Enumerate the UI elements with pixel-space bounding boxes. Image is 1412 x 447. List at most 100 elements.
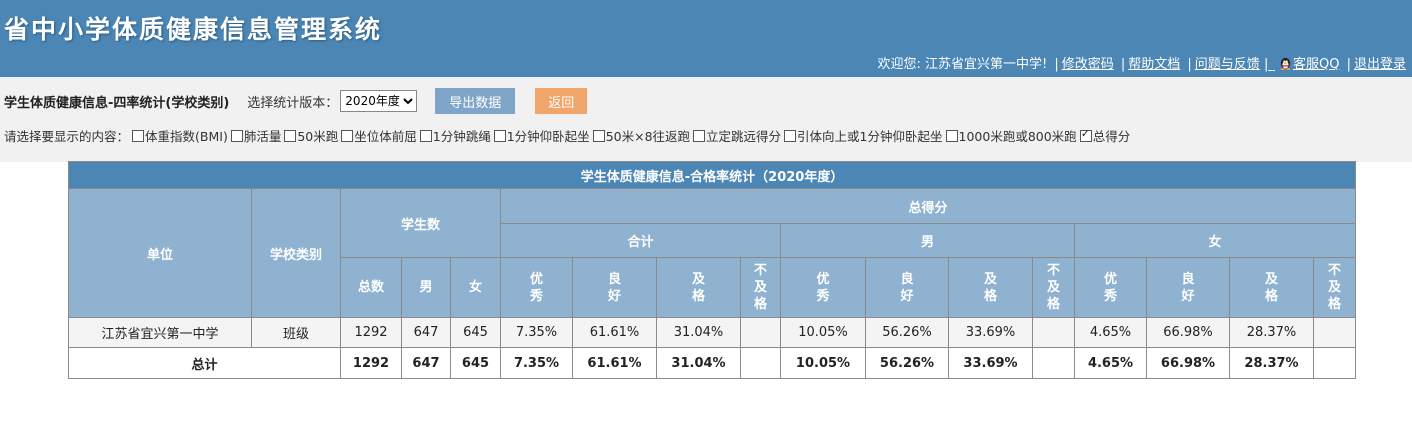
cell-female: 645 xyxy=(450,317,501,348)
option-checkbox[interactable] xyxy=(784,130,797,142)
cell-rate: 56.26% xyxy=(865,317,949,348)
cell-total: 1292 xyxy=(340,317,402,348)
option-checkbox[interactable] xyxy=(1079,127,1092,142)
change-password-link[interactable]: 修改密码 xyxy=(1062,57,1114,72)
header-total-count: 总数 xyxy=(340,257,402,318)
cell-rate: 56.26% xyxy=(865,347,949,379)
pass-rate-table: 学生体质健康信息-合格率统计（2020年度） 单位 学校类别 学生数 总得分 合… xyxy=(67,161,1357,379)
cell-rate: 31.04% xyxy=(656,317,741,348)
header-male-excellent: 优秀 xyxy=(780,257,866,318)
version-select[interactable]: 2020年度 xyxy=(340,90,418,112)
cell-rate: 31.04% xyxy=(656,347,741,379)
cell-rate xyxy=(1032,347,1075,379)
option-label: 1000米跑或800米跑 xyxy=(958,129,1077,144)
cell-school-type: 班级 xyxy=(251,317,341,348)
option-checkbox[interactable] xyxy=(592,130,605,142)
total-row: 总计 1292 647 645 7.35% 61.61% 31.04% 10.05% 56.26… xyxy=(68,347,1357,379)
table-caption: 学生体质健康信息-合格率统计（2020年度） xyxy=(67,161,1357,189)
welcome-text: 欢迎您: 江苏省宜兴第一中学! xyxy=(877,57,1048,72)
cell-rate: 28.37% xyxy=(1229,317,1314,348)
header-female-pass: 及格 xyxy=(1229,257,1314,318)
cell-rate xyxy=(1032,317,1075,348)
link-separator: | xyxy=(1187,57,1192,72)
header-all-good: 良好 xyxy=(572,257,657,318)
cell-rate: 66.98% xyxy=(1146,317,1230,348)
header-students: 学生数 xyxy=(340,188,501,258)
table-row: 江苏省宜兴第一中学 班级 1292 647 645 7.35% 61.61% 31.04% 10… xyxy=(68,317,1357,348)
header-female-count: 女 xyxy=(450,257,501,318)
option-checkbox[interactable] xyxy=(284,130,297,142)
cell-rate: 61.61% xyxy=(572,347,657,379)
cell-rate: 61.61% xyxy=(572,317,657,348)
back-button[interactable]: 返回 xyxy=(535,88,588,114)
page-title: 学生体质健康信息-四率统计(学校类别) xyxy=(4,95,230,111)
option-checkbox[interactable] xyxy=(419,130,432,142)
cell-total: 1292 xyxy=(340,347,402,379)
option-checkbox[interactable] xyxy=(132,130,145,142)
cell-rate: 7.35% xyxy=(500,347,573,379)
option-checkbox[interactable] xyxy=(230,130,243,142)
option-checkbox[interactable] xyxy=(693,130,706,142)
cell-rate: 33.69% xyxy=(948,347,1033,379)
help-docs-link[interactable]: 帮助文档 xyxy=(1128,57,1180,72)
header-female-excellent: 优秀 xyxy=(1074,257,1147,318)
header-group-all: 合计 xyxy=(500,223,781,258)
option-checkbox[interactable] xyxy=(493,130,506,142)
header-male-pass: 及格 xyxy=(948,257,1033,318)
header-all-fail: 不及格 xyxy=(740,257,781,318)
header-bar: 省中小学体质健康信息管理系统 欢迎您: 江苏省宜兴第一中学! | 修改密码 | 帮助… xyxy=(0,0,1412,77)
feedback-link[interactable]: 问题与反馈 xyxy=(1195,57,1260,72)
display-options: 请选择要显示的内容： 体重指数(BMI) 肺活量 50米跑 坐位体前屈 1分钟跳绳 1分钟仰… xyxy=(4,126,1130,145)
header-all-excellent: 优秀 xyxy=(500,257,573,318)
header-female-good: 良好 xyxy=(1146,257,1230,318)
option-label: 肺活量 xyxy=(243,129,282,144)
cell-rate: 28.37% xyxy=(1229,347,1314,379)
link-separator: _ xyxy=(1268,57,1275,72)
cell-rate xyxy=(740,347,781,379)
cell-rate: 4.65% xyxy=(1074,347,1147,379)
link-separator: | xyxy=(1346,57,1351,72)
option-label: 总得分 xyxy=(1092,129,1131,144)
header-unit: 单位 xyxy=(68,188,252,318)
export-data-button[interactable]: 导出数据 xyxy=(435,88,516,114)
link-separator: | xyxy=(1120,57,1126,72)
cell-total-label: 总计 xyxy=(68,347,341,379)
qq-link-label: 客服QQ xyxy=(1292,57,1340,72)
header-total-score: 总得分 xyxy=(499,188,1357,224)
options-prompt: 请选择要显示的内容： xyxy=(4,129,130,144)
header-male-good: 良好 xyxy=(865,257,949,318)
cell-rate: 10.05% xyxy=(780,317,866,348)
option-checkbox[interactable] xyxy=(341,130,354,142)
cell-rate: 33.69% xyxy=(948,317,1033,348)
option-checkbox[interactable] xyxy=(945,130,958,142)
option-label: 50米×8往返跑 xyxy=(605,129,691,144)
cell-male: 647 xyxy=(401,347,451,379)
cell-male: 647 xyxy=(401,317,451,348)
header-group-female: 女 xyxy=(1073,223,1357,258)
option-label: 1分钟跳绳 xyxy=(432,129,491,144)
toolbar-row: 学生体质健康信息-四率统计(学校类别) 选择统计版本： 2020年度 导出数据 … xyxy=(4,88,588,114)
cell-rate xyxy=(1312,317,1357,348)
cell-rate xyxy=(1312,347,1357,379)
cell-rate: 66.98% xyxy=(1146,347,1230,379)
header-all-pass: 及格 xyxy=(656,257,741,318)
option-label: 1分钟仰卧起坐 xyxy=(506,129,590,144)
header-school-type: 学校类别 xyxy=(251,188,341,318)
cell-rate: 10.05% xyxy=(780,347,866,379)
qq-penguin-icon xyxy=(1280,57,1291,70)
customer-service-qq-link[interactable]: 客服QQ xyxy=(1279,57,1339,72)
header-group-male: 男 xyxy=(780,223,1075,258)
option-label: 引体向上或1分钟仰卧起坐 xyxy=(797,129,943,144)
header-male-count: 男 xyxy=(401,257,451,318)
link-separator: | xyxy=(1054,57,1059,72)
top-links: 欢迎您: 江苏省宜兴第一中学! | 修改密码 | 帮助文档 | 问题与反馈 |_ 客服… xyxy=(877,53,1406,72)
option-label: 立定跳远得分 xyxy=(706,129,782,144)
app-title: 省中小学体质健康信息管理系统 xyxy=(4,15,383,44)
cell-rate xyxy=(740,317,781,348)
cell-rate: 4.65% xyxy=(1074,317,1147,348)
option-label: 体重指数(BMI) xyxy=(145,129,228,144)
header-female-fail: 不及格 xyxy=(1312,257,1357,318)
logout-link[interactable]: 退出登录 xyxy=(1354,57,1406,72)
cell-unit: 江苏省宜兴第一中学 xyxy=(68,317,252,348)
cell-rate: 7.35% xyxy=(500,317,573,348)
